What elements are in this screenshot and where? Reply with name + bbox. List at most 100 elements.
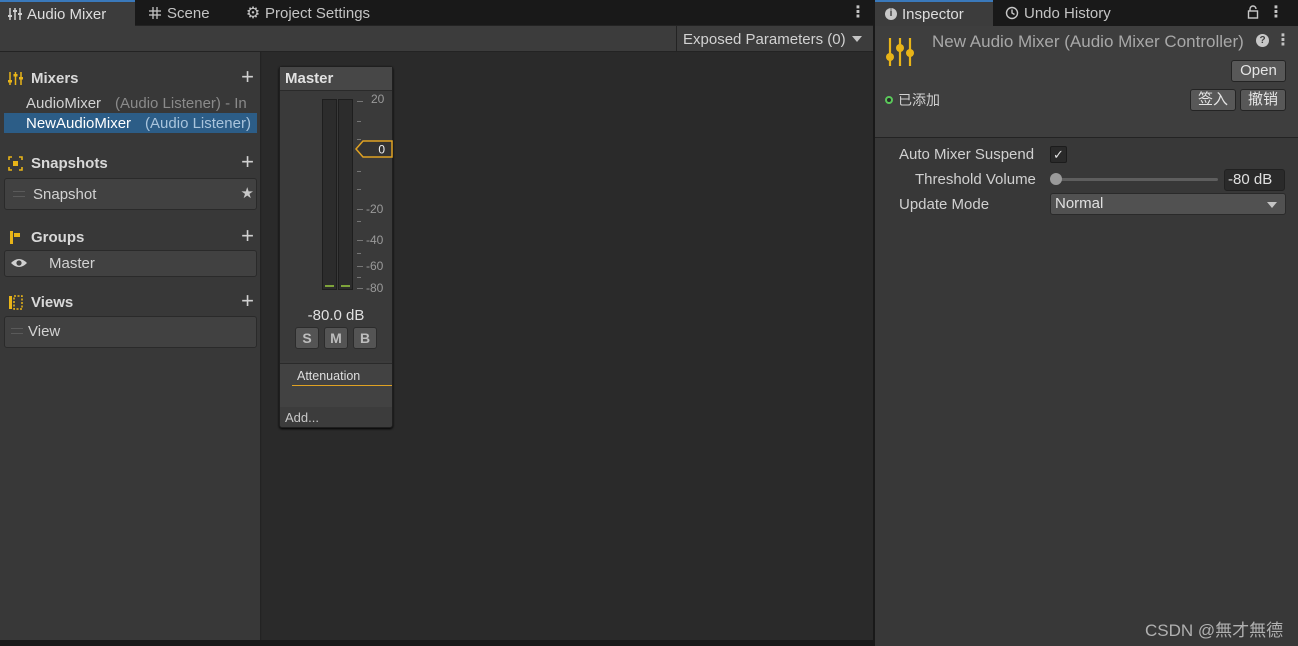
scale-tick	[357, 171, 361, 172]
scale-label: -80	[366, 281, 384, 295]
channel-strip-master[interactable]: Master 20 -20 -40 -60 -80 0 -80.0 dB S M…	[279, 66, 393, 428]
tab-label: Inspector	[902, 5, 964, 23]
tab-label: Undo History	[1024, 4, 1111, 22]
mixer-sidebar: Mixers + AudioMixer (Audio Listener) - I…	[0, 52, 261, 640]
grid-icon	[148, 6, 162, 20]
threshold-volume-slider[interactable]	[1055, 178, 1218, 181]
level-meter-left	[322, 99, 337, 290]
group-item-master[interactable]: Master	[5, 253, 258, 273]
group-name: Master	[49, 254, 95, 272]
tab-project-settings[interactable]: ⚙ Project Settings	[238, 0, 378, 26]
vcs-status: 已添加	[885, 90, 940, 110]
channel-strip-title: Master	[280, 67, 392, 91]
threshold-volume-label: Threshold Volume	[915, 171, 1036, 188]
mixers-icon	[8, 71, 23, 86]
views-title: Views	[31, 293, 74, 311]
revert-button[interactable]: 撤销	[1240, 89, 1286, 111]
groups-section-header: Groups +	[8, 225, 258, 248]
bypass-button[interactable]: B	[353, 327, 377, 349]
watermark-text: CSDN @無才無德	[1145, 621, 1284, 640]
groups-list: Master	[4, 250, 257, 277]
gear-icon: ⚙	[245, 5, 261, 22]
mixer-name: AudioMixer	[26, 94, 102, 112]
view-name: View	[28, 322, 61, 340]
mute-button[interactable]: M	[324, 327, 348, 349]
snapshots-section-header: Snapshots +	[8, 151, 258, 174]
bottom-border	[0, 640, 873, 646]
mixer-item-audiomixer[interactable]: AudioMixer (Audio Listener) - In	[4, 93, 257, 113]
snapshot-item[interactable]: Snapshot ★	[5, 184, 258, 204]
open-button[interactable]: Open	[1231, 60, 1286, 82]
update-mode-dropdown[interactable]: Normal	[1050, 193, 1286, 215]
tab-label: Scene	[167, 4, 210, 22]
level-meter-right	[338, 99, 353, 290]
scale-tick	[357, 101, 363, 102]
lock-icon[interactable]	[1247, 5, 1259, 19]
fader-handle-icon[interactable]: 0	[355, 139, 393, 159]
add-mixer-button[interactable]: +	[241, 66, 254, 88]
component-menu-icon[interactable]: ⋮	[1275, 31, 1291, 51]
checkin-button[interactable]: 签入	[1190, 89, 1236, 111]
left-window-menu-icon[interactable]: ⋮	[850, 3, 866, 23]
drag-handle-icon[interactable]	[13, 191, 25, 197]
snapshots-icon	[8, 155, 23, 171]
tab-inspector[interactable]: i Inspector	[875, 0, 993, 26]
auto-mixer-suspend-checkbox[interactable]: ✓	[1050, 146, 1067, 163]
left-tab-bar: Audio Mixer Scene ⚙ Project Settings ⋮	[0, 0, 873, 26]
scale-label: -40	[366, 233, 384, 247]
mixers-section-header: Mixers +	[8, 66, 258, 89]
threshold-volume-field[interactable]: -80 dB	[1224, 169, 1285, 191]
mixer-name: NewAudioMixer	[26, 114, 132, 132]
tab-label: Project Settings	[265, 4, 371, 22]
inspector-window: i Inspector Undo History ⋮ New Audio Mix…	[875, 0, 1298, 646]
right-tab-bar: i Inspector Undo History ⋮	[875, 0, 1298, 26]
effects-area: Attenuation	[280, 363, 392, 407]
chevron-down-icon	[851, 36, 862, 42]
status-dot-icon	[885, 96, 893, 104]
scale-label: -60	[366, 259, 384, 273]
scale-tick	[357, 253, 361, 254]
snapshots-list: Snapshot ★	[4, 178, 257, 210]
info-icon: i	[885, 8, 897, 20]
audio-mixer-asset-icon	[886, 38, 914, 66]
scale-tick	[357, 266, 363, 267]
mixer-item-newaudiomixer[interactable]: NewAudioMixer (Audio Listener)	[4, 113, 257, 133]
inspector-header: New Audio Mixer (Audio Mixer Controller)…	[875, 26, 1298, 138]
auto-mixer-suspend-label: Auto Mixer Suspend	[899, 146, 1035, 163]
mixer-sub: (Audio Listener)	[145, 114, 251, 132]
tab-audio-mixer[interactable]: Audio Mixer	[0, 0, 135, 26]
view-item[interactable]: View	[5, 321, 258, 341]
tab-undo-history[interactable]: Undo History	[995, 0, 1121, 26]
mixer-sub: (Audio Listener) - In	[115, 94, 247, 112]
add-view-button[interactable]: +	[241, 290, 254, 312]
views-icon	[8, 294, 23, 310]
eye-icon[interactable]	[10, 257, 30, 269]
help-icon[interactable]: ?	[1256, 34, 1269, 47]
update-mode-label: Update Mode	[899, 196, 990, 213]
fader-value: 0	[378, 143, 385, 157]
exposed-parameters-dropdown[interactable]: Exposed Parameters (0)	[676, 26, 868, 52]
exposed-parameters-label: Exposed Parameters (0)	[683, 30, 846, 48]
scale-label: 20	[371, 92, 385, 106]
scale-tick	[357, 209, 363, 210]
history-icon	[1005, 6, 1019, 20]
threshold-volume-slider-knob[interactable]	[1050, 173, 1062, 185]
effect-attenuation[interactable]: Attenuation	[292, 368, 392, 386]
star-icon[interactable]: ★	[241, 184, 254, 202]
drag-handle-icon[interactable]	[11, 328, 23, 334]
snapshots-title: Snapshots	[31, 154, 108, 172]
add-effect-button[interactable]: Add...	[285, 410, 319, 425]
scale-tick	[357, 240, 363, 241]
snapshot-name: Snapshot	[33, 185, 97, 203]
channel-db-readout: -80.0 dB	[307, 307, 365, 324]
groups-icon	[8, 230, 23, 245]
tab-label: Audio Mixer	[27, 5, 107, 23]
inspector-menu-icon[interactable]: ⋮	[1268, 3, 1284, 23]
inspector-object-title: New Audio Mixer (Audio Mixer Controller)	[932, 32, 1244, 51]
mixer-toolbar: Exposed Parameters (0)	[0, 26, 873, 52]
solo-button[interactable]: S	[295, 327, 319, 349]
tab-scene[interactable]: Scene	[140, 0, 218, 26]
add-snapshot-button[interactable]: +	[241, 151, 254, 173]
add-group-button[interactable]: +	[241, 225, 254, 247]
scale-tick	[357, 121, 361, 122]
